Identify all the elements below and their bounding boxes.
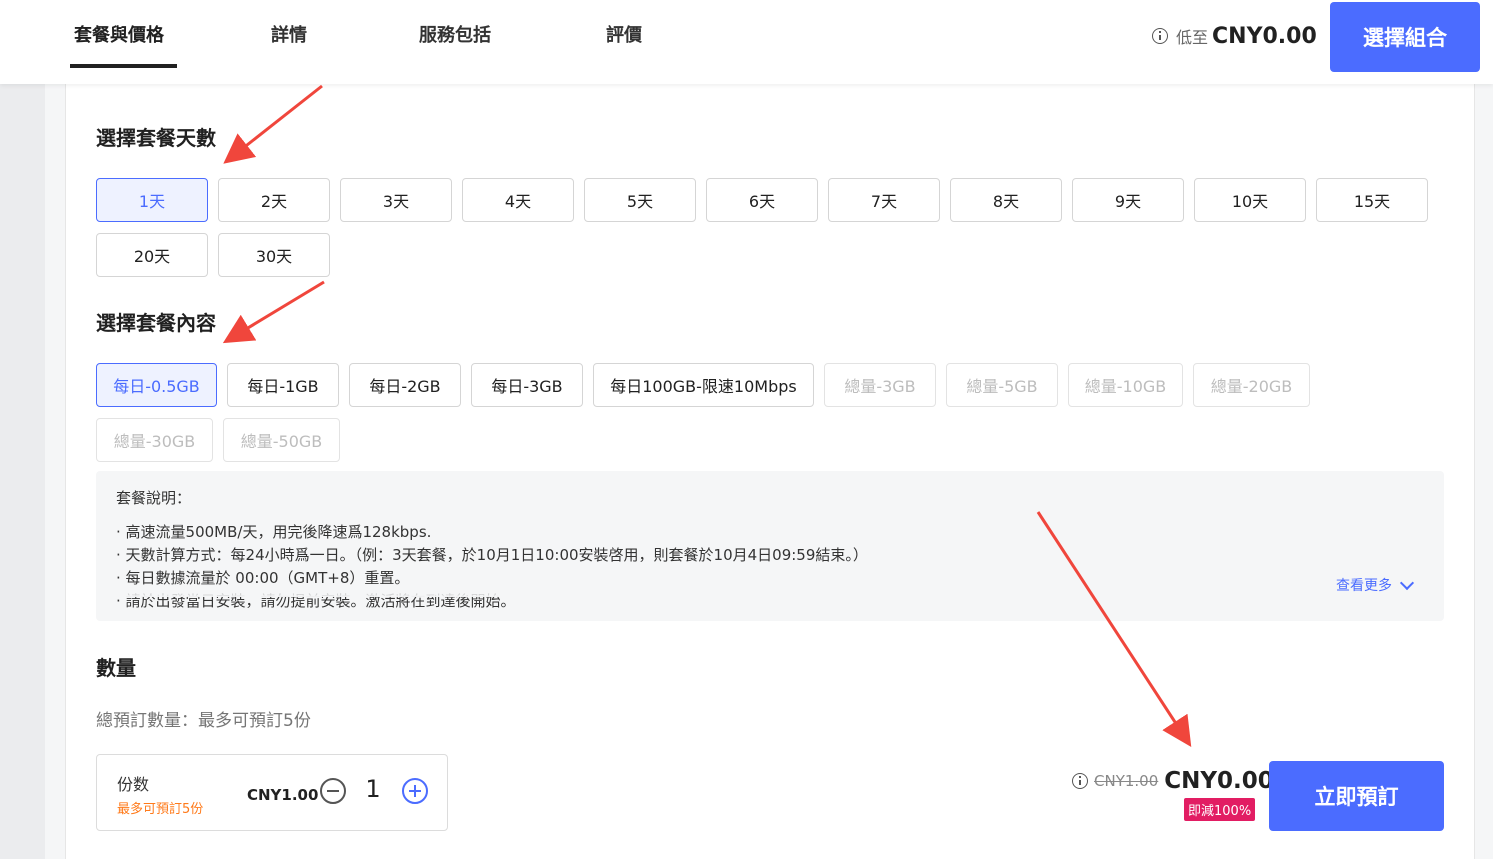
info-icon[interactable] xyxy=(1072,773,1088,789)
day-option[interactable]: 20天 xyxy=(96,233,208,277)
unit-price: CNY1.00 xyxy=(247,786,319,804)
tab-reviews[interactable]: 評價 xyxy=(606,22,642,50)
final-price: CNY0.00 xyxy=(1164,768,1274,794)
discount-badge: 即減100% xyxy=(1184,798,1256,821)
content-option-disabled: 總量-10GB xyxy=(1068,363,1183,407)
total-price: CNY1.00 CNY0.00 xyxy=(1072,768,1274,794)
day-option[interactable]: 6天 xyxy=(706,178,818,222)
content-option-disabled: 總量-3GB xyxy=(824,363,936,407)
description-line: · 高速流量500MB/天，用完後降速爲128kbps. xyxy=(116,523,432,541)
info-icon[interactable] xyxy=(1152,28,1168,44)
content-option-disabled: 總量-50GB xyxy=(223,418,340,462)
description-fade xyxy=(96,583,1444,597)
see-more-label: 查看更多 xyxy=(1336,578,1392,594)
book-now-button[interactable]: 立即預訂 xyxy=(1269,761,1444,831)
top-nav-bar: 套餐與價格 詳情 服務包括 評價 低至 CNY0.00 選擇組合 xyxy=(0,0,1493,84)
day-option[interactable]: 7天 xyxy=(828,178,940,222)
day-option[interactable]: 1天 xyxy=(96,178,208,222)
quantity-unit-label: 份数 xyxy=(117,775,150,794)
day-option[interactable]: 9天 xyxy=(1072,178,1184,222)
header-price-value: CNY0.00 xyxy=(1212,23,1317,49)
content-option[interactable]: 每日-0.5GB xyxy=(96,363,217,407)
quantity-section-title: 數量 xyxy=(96,656,136,680)
day-option[interactable]: 5天 xyxy=(584,178,696,222)
day-option[interactable]: 4天 xyxy=(462,178,574,222)
content-option-disabled: 總量-30GB xyxy=(96,418,213,462)
left-background-strip xyxy=(0,84,45,859)
decrease-quantity-button[interactable] xyxy=(320,778,346,804)
content-section-title: 選擇套餐內容 xyxy=(96,311,216,335)
quantity-stepper-box: 份数 最多可預訂5份 CNY1.00 1 xyxy=(96,754,448,831)
chevron-down-icon xyxy=(1399,575,1415,590)
tab-packages-prices[interactable]: 套餐與價格 xyxy=(74,22,164,50)
content-option[interactable]: 每日-1GB xyxy=(227,363,339,407)
original-price: CNY1.00 xyxy=(1094,772,1159,790)
content-option[interactable]: 每日-2GB xyxy=(349,363,461,407)
day-option[interactable]: 10天 xyxy=(1194,178,1306,222)
tab-details[interactable]: 詳情 xyxy=(271,22,307,50)
content-option[interactable]: 每日100GB-限速10Mbps xyxy=(593,363,814,407)
quantity-max-note: 最多可預訂5份 xyxy=(117,802,204,817)
content-option-disabled: 總量-5GB xyxy=(946,363,1058,407)
package-description: 套餐說明： · 高速流量500MB/天，用完後降速爲128kbps. · 天數計… xyxy=(96,471,1444,621)
description-title: 套餐說明： xyxy=(116,489,192,507)
description-line: · 天數計算方式：每24小時爲一日。（例：3天套餐，於10月1日10:00安裝啓… xyxy=(116,546,868,564)
active-tab-indicator xyxy=(70,64,177,68)
select-combo-button[interactable]: 選擇組合 xyxy=(1330,2,1480,72)
content-option-disabled: 總量-20GB xyxy=(1193,363,1310,407)
quantity-subtitle: 總預訂數量：最多可預訂5份 xyxy=(96,711,311,731)
day-option[interactable]: 30天 xyxy=(218,233,330,277)
price-prefix: 低至 xyxy=(1176,28,1209,47)
tab-includes[interactable]: 服務包括 xyxy=(419,22,491,50)
day-option[interactable]: 15天 xyxy=(1316,178,1428,222)
header-price: 低至 CNY0.00 xyxy=(1152,22,1317,50)
days-section-title: 選擇套餐天數 xyxy=(96,126,216,150)
day-option[interactable]: 3天 xyxy=(340,178,452,222)
day-option[interactable]: 8天 xyxy=(950,178,1062,222)
see-more-link[interactable]: 查看更多 xyxy=(1336,575,1415,595)
increase-quantity-button[interactable] xyxy=(402,778,428,804)
content-option[interactable]: 每日-3GB xyxy=(471,363,583,407)
day-option[interactable]: 2天 xyxy=(218,178,330,222)
quantity-value: 1 xyxy=(365,775,381,803)
